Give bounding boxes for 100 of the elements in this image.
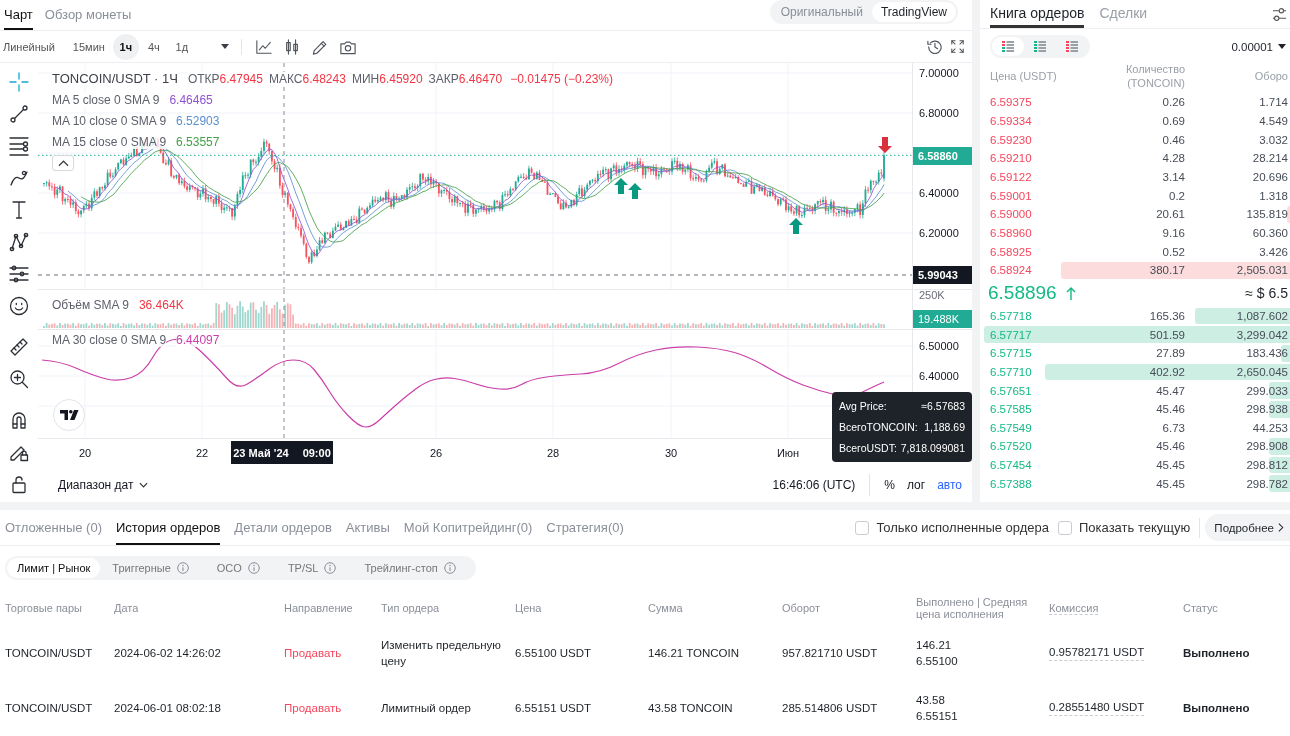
order-book-row[interactable]: 6.57710 402.92 2,650.045 [984, 362, 1290, 382]
order-price: 6.59334 [989, 115, 1032, 127]
zoom-in-icon[interactable] [9, 369, 29, 389]
order-book-row[interactable]: 6.59001 0.2 1.318 [984, 186, 1290, 205]
line-tool-icon[interactable] [9, 104, 29, 124]
column-header: Выполнено | Средняя цена исполнения [916, 596, 1028, 620]
caret-down-icon[interactable] [220, 44, 229, 49]
layout-button[interactable] [992, 37, 1024, 56]
order-type-tab[interactable]: OCO [206, 558, 270, 578]
order-total: 2,650.045 [1236, 365, 1288, 378]
order-price: 6.57717 [989, 328, 1032, 341]
tooltip-value: 1,188.69 [924, 421, 965, 433]
order-total: 20.696 [1252, 170, 1288, 183]
orders-tab[interactable]: История ордеров [115, 510, 221, 545]
checkbox[interactable] [1058, 520, 1072, 535]
interval-button[interactable]: 4ч [140, 33, 167, 60]
scale-mode-button[interactable]: авто [931, 477, 968, 492]
table-cell-text: 43.58 TONCOIN [648, 700, 733, 716]
order-book-row[interactable]: 6.59210 4.28 28.214 [984, 148, 1290, 168]
checkbox[interactable] [855, 520, 870, 535]
settings-icon[interactable] [1272, 6, 1287, 22]
order-book-row[interactable]: 6.57549 6.73 44.253 [984, 418, 1290, 438]
table-cell-text: 6.55151 USDT [515, 700, 592, 716]
order-type-tab[interactable]: TP/SL [277, 558, 347, 578]
table-cell: 0.28551480 USDT [1049, 699, 1145, 716]
order-total: 1.318 [1259, 189, 1288, 202]
indicator-axis-label: 6.50000 [919, 339, 959, 353]
order-price: 6.57710 [989, 365, 1032, 378]
date-range-button[interactable]: Диапазон дат [58, 477, 149, 492]
time-axis-label: 28 [546, 446, 560, 460]
order-total: 3.426 [1259, 245, 1288, 258]
interval-button[interactable]: Линейный [0, 33, 61, 60]
table-cell-text: 6.55100 [916, 653, 958, 669]
order-book-row[interactable]: 6.59334 0.69 4.549 [984, 111, 1290, 131]
order-book-row[interactable]: 6.58925 0.52 3.426 [984, 242, 1290, 261]
more-button[interactable]: Подробнее [1205, 514, 1290, 541]
order-book-row[interactable]: 6.57388 45.45 298.782 [984, 474, 1290, 494]
candlestick-icon[interactable] [283, 38, 300, 55]
order-amount: 45.45 [1156, 459, 1185, 472]
order-book-row[interactable]: 6.57651 45.47 299.033 [984, 381, 1290, 400]
order-book-row[interactable]: 6.59375 0.26 1.714 [984, 93, 1290, 112]
pencil-icon[interactable] [311, 38, 328, 55]
scale-mode-button[interactable]: % [878, 477, 901, 492]
view-mode-tab[interactable]: TradingView [871, 2, 956, 22]
column-header: Цена (USDT) [989, 68, 1058, 83]
order-total: 298.812 [1246, 459, 1288, 472]
order-price: 6.58924 [989, 264, 1032, 277]
ruler-icon[interactable] [9, 337, 29, 357]
order-book-row[interactable]: 6.57717 501.59 3,299.042 [984, 325, 1290, 344]
clock-icon[interactable] [927, 39, 942, 54]
order-book-row[interactable]: 6.59230 0.46 3.032 [984, 130, 1290, 149]
precision-select[interactable]: 0.00001 [1231, 40, 1286, 53]
magnet-icon[interactable] [9, 410, 29, 430]
order-type-tab[interactable]: Лимит | Рынок [7, 558, 101, 578]
order-price: 6.59210 [989, 152, 1032, 165]
column-header: Направление [284, 602, 353, 614]
order-total: 135.819 [1246, 208, 1288, 221]
caret-down-icon [1278, 44, 1286, 49]
camera-icon[interactable] [339, 38, 356, 55]
order-total: 4.549 [1259, 115, 1288, 127]
order-total: 2,505.031 [1236, 264, 1288, 277]
order-book-row[interactable]: 6.57520 45.46 298.908 [984, 437, 1290, 456]
column-header: Оборот [782, 602, 820, 614]
column-header: Цена [515, 602, 542, 614]
order-book-row[interactable]: 6.57718 165.36 1,087.602 [984, 306, 1290, 326]
horizontal-lines-icon[interactable] [9, 136, 29, 156]
fullscreen-icon[interactable] [951, 40, 964, 53]
line-chart-icon[interactable] [255, 38, 272, 55]
usd-price: ≈ $ 6.5 [1245, 285, 1288, 302]
logo-icon [53, 399, 85, 431]
brush-icon[interactable] [9, 168, 29, 188]
smiley-icon[interactable] [9, 296, 29, 316]
lock-icon[interactable] [9, 474, 29, 494]
interval-button[interactable]: 15мин [66, 33, 111, 60]
order-type-tab[interactable]: Триггерные [102, 558, 199, 578]
order-type-tab[interactable]: Трейлинг-стоп [354, 558, 466, 578]
order-book-row[interactable]: 6.59122 3.14 20.696 [984, 167, 1290, 187]
order-book-row[interactable]: 6.58960 9.16 60.360 [984, 223, 1290, 243]
scale-mode-button[interactable]: лог [901, 477, 932, 492]
interval-button[interactable]: 1ч [112, 33, 139, 60]
price-axis-label: 6.20000 [919, 226, 959, 240]
order-amount: 501.59 [1149, 328, 1185, 341]
order-total: 3.032 [1259, 133, 1288, 146]
order-book-row[interactable]: 6.59000 20.61 135.819 [984, 204, 1290, 224]
chart-tab[interactable]: Чарт [4, 7, 33, 30]
interval-button[interactable]: 1д [168, 33, 195, 60]
list-icon [1066, 41, 1078, 52]
table-cell-text: 2024-06-01 08:02:18 [114, 700, 221, 716]
order-total: 44.253 [1252, 421, 1288, 434]
indicator-name: MA 30 close 0 SMA 9 [52, 333, 167, 347]
order-book-row[interactable]: 6.57715 27.89 183.436 [984, 343, 1290, 363]
order-book-row[interactable]: 6.57454 45.45 298.812 [984, 455, 1290, 475]
time-axis-label: 22 [195, 446, 209, 460]
lines-with-dots-icon[interactable] [9, 264, 29, 284]
order-book-row[interactable]: 6.58924 380.17 2,505.031 [984, 260, 1290, 280]
node-path-icon[interactable] [9, 232, 29, 252]
order-book-row[interactable]: 6.57585 45.46 298.938 [984, 399, 1290, 419]
order-book-tab[interactable]: Книга ордеров [990, 0, 1085, 28]
chevron-down-icon [139, 481, 149, 488]
time-axis-label: 30 [664, 446, 678, 460]
